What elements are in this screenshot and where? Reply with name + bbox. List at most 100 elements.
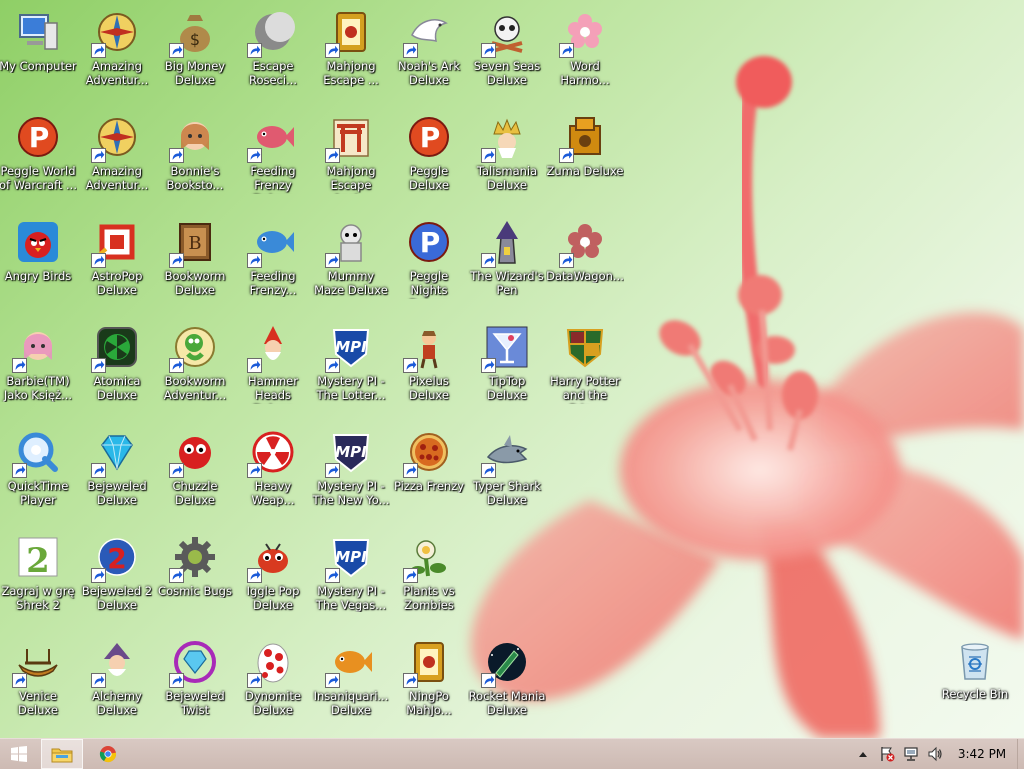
desktop-icon-typer-shark-deluxe[interactable]: Typer Shark Deluxe	[468, 420, 546, 520]
show-desktop-button[interactable]	[1017, 739, 1024, 769]
desktop-icon-plants-vs-zombies[interactable]: Plants vs Zombies	[390, 525, 468, 625]
volume-button[interactable]	[923, 739, 947, 769]
desktop-icon-astropop-deluxe[interactable]: AstroPop Deluxe	[78, 210, 156, 310]
desktop-icon-talismania-deluxe[interactable]: Talismania Deluxe	[468, 105, 546, 205]
shortcut-arrow-icon	[91, 463, 106, 478]
desktop-icon-chuzzle-deluxe[interactable]: Chuzzle Deluxe	[156, 420, 234, 520]
desktop-icon-the-wizard-s-pen[interactable]: The Wizard's Pen	[468, 210, 546, 310]
desktop-icon-pixelus-deluxe[interactable]: Pixelus Deluxe	[390, 315, 468, 415]
desktop-icon-feeding-frenzy-deluxe[interactable]: Feeding Frenzy Deluxe	[234, 105, 312, 205]
desktop-icon-label: Mystery PI - The Vegas...	[315, 584, 387, 612]
desktop-icon-dynomite-deluxe[interactable]: Dynomite Deluxe	[234, 630, 312, 730]
desktop-icon-label: Peggle World of Warcraft ...	[0, 164, 77, 192]
desktop-icon-harry-potter-and-the-pris[interactable]: Harry Potter and the Pris...	[546, 315, 624, 415]
desktop-icon-amazing-adventur[interactable]: Amazing Adventur...	[78, 0, 156, 100]
desktop-icon-label: Bejeweled Twist	[165, 689, 225, 717]
desktop-icon-venice-deluxe[interactable]: Venice Deluxe	[0, 630, 77, 730]
desktop-icon-barbie-tm-jako-ksi[interactable]: Barbie(TM) Jako Księż...	[0, 315, 77, 415]
taskbar-chrome-button[interactable]	[86, 739, 130, 769]
desktop-icon-label: Feeding Frenzy Deluxe	[250, 164, 296, 194]
desktop-icon-seven-seas-deluxe[interactable]: Seven Seas Deluxe	[468, 0, 546, 100]
desktop[interactable]: My Computer Amazing Adventur... $ Big Money…	[0, 0, 1024, 738]
desktop-icon-mummy-maze-deluxe[interactable]: Mummy Maze Deluxe	[312, 210, 390, 310]
desktop-icon-bonnie-s-booksto[interactable]: Bonnie's Booksto...	[156, 105, 234, 205]
desktop-icon-angry-birds[interactable]: Angry Birds	[0, 210, 77, 310]
desktop-icon-label: Amazing Adventur...	[85, 59, 149, 87]
desktop-icon-label: Barbie(TM) Jako Księż...	[3, 374, 73, 402]
desktop-icon-peggle-world-of-warcraft[interactable]: P Peggle World of Warcraft ...	[0, 105, 77, 205]
desktop-icon-label: Heavy Weap...	[251, 479, 295, 507]
mpi-icon: MPI	[325, 428, 375, 478]
shortcut-arrow-icon	[12, 673, 27, 688]
desktop-icon-peggle-nights-deluxe[interactable]: P Peggle Nights Deluxe	[390, 210, 468, 310]
desktop-icon-bookworm-deluxe[interactable]: B Bookworm Deluxe	[156, 210, 234, 310]
desktop-icon-label: AstroPop Deluxe	[91, 269, 143, 297]
network-button[interactable]	[899, 739, 923, 769]
shortcut-arrow-icon	[169, 43, 184, 58]
desktop-icon-label: Feeding Frenzy...	[249, 269, 297, 297]
desktop-icon-zuma-deluxe[interactable]: Zuma Deluxe	[546, 105, 624, 205]
desktop-icon-label: Rocket Mania Deluxe	[468, 689, 546, 717]
desktop-icon-my-computer[interactable]: My Computer	[0, 0, 77, 100]
bug-icon	[247, 533, 297, 583]
desktop-icon-pizza-frenzy[interactable]: Pizza Frenzy	[390, 420, 468, 520]
desktop-icon-label: Bookworm Adventur...	[163, 374, 227, 402]
desktop-icon-hammer-heads-deluxe[interactable]: Hammer Heads Deluxe	[234, 315, 312, 415]
desktop-icon-bejeweled-twist[interactable]: Bejeweled Twist	[156, 630, 234, 730]
desktop-icon-iggle-pop-deluxe[interactable]: Iggle Pop Deluxe	[234, 525, 312, 625]
desktop-icon-label: Zagraj w grę Shrek 2	[1, 584, 75, 612]
pizza-icon	[403, 428, 453, 478]
diamond-icon	[91, 428, 141, 478]
shark-icon	[481, 428, 531, 478]
desktop-icon-alchemy-deluxe[interactable]: Alchemy Deluxe	[78, 630, 156, 730]
desktop-icon-label: Mummy Maze Deluxe	[314, 269, 388, 297]
desktop-icon-ningpo-mahjo[interactable]: NingPo MahJo...	[390, 630, 468, 730]
desktop-icon-mahjong-escape[interactable]: Mahjong Escape ...	[312, 0, 390, 100]
desktop-icon-label: Insaniquari... Deluxe	[313, 689, 389, 717]
desktop-icon-insaniquari-deluxe[interactable]: Insaniquari... Deluxe	[312, 630, 390, 730]
shortcut-arrow-icon	[12, 358, 27, 373]
desktop-icon-tiptop-deluxe[interactable]: TipTop Deluxe	[468, 315, 546, 415]
desktop-icon-bookworm-adventur[interactable]: Bookworm Adventur...	[156, 315, 234, 415]
taskbar-clock[interactable]: 3:42 PM	[947, 747, 1017, 761]
desktop-icon-label: Peggle Deluxe	[409, 164, 449, 192]
recycle-bin[interactable]: Recycle Bin	[936, 628, 1014, 728]
desktop-icon-label: Bejeweled Deluxe	[87, 479, 147, 507]
desktop-icon-escape-roseci[interactable]: Escape Roseci...	[234, 0, 312, 100]
action-center-button[interactable]	[875, 739, 899, 769]
start-button[interactable]	[0, 739, 38, 769]
desktop-icon-label: Mystery PI - The New Yo...	[312, 479, 390, 507]
desktop-icon-amazing-adventur[interactable]: Amazing Adventur...	[78, 105, 156, 205]
taskbar-file-explorer-button[interactable]	[41, 739, 83, 769]
show-hidden-icons-button[interactable]	[851, 739, 875, 769]
svg-text:2: 2	[107, 542, 126, 575]
desktop-icon-mystery-pi-the-lotter[interactable]: MPI Mystery PI - The Lotter...	[312, 315, 390, 415]
desktop-icon-mystery-pi-the-vegas[interactable]: MPI Mystery PI - The Vegas...	[312, 525, 390, 625]
desktop-icon-cosmic-bugs[interactable]: Cosmic Bugs	[156, 525, 234, 625]
desktop-icon-label: DataWagon...	[546, 269, 624, 283]
svg-text:P: P	[420, 226, 441, 259]
desktop-icon-big-money-deluxe[interactable]: $ Big Money Deluxe	[156, 0, 234, 100]
desktop-icon-feeding-frenzy[interactable]: Feeding Frenzy...	[234, 210, 312, 310]
desktop-icon-bejeweled-deluxe[interactable]: Bejeweled Deluxe	[78, 420, 156, 520]
desktop-icon-zagraj-w-gr-shrek-2[interactable]: 2 Zagraj w grę Shrek 2	[0, 525, 77, 625]
desktop-icon-peggle-deluxe[interactable]: P Peggle Deluxe	[390, 105, 468, 205]
desktop-icon-bejeweled-2-deluxe[interactable]: 2 Bejeweled 2 Deluxe	[78, 525, 156, 625]
desktop-icon-label: Venice Deluxe	[18, 689, 58, 717]
desktop-icon-word-harmo[interactable]: Word Harmo...	[546, 0, 624, 100]
shrek-icon: 2	[14, 533, 62, 581]
desktop-icon-mystery-pi-the-new-yo[interactable]: MPI Mystery PI - The New Yo...	[312, 420, 390, 520]
desktop-icon-noah-s-ark-deluxe[interactable]: Noah's Ark Deluxe	[390, 0, 468, 100]
desktop-icon-heavy-weap[interactable]: Heavy Weap...	[234, 420, 312, 520]
desktop-icon-mahjong-escape-anci[interactable]: Mahjong Escape Anci...	[312, 105, 390, 205]
desktop-icon-label: Bookworm Deluxe	[164, 269, 226, 297]
desktop-icon-quicktime-player[interactable]: QuickTime Player	[0, 420, 77, 520]
desktop-icon-datawagon[interactable]: DataWagon...	[546, 210, 624, 310]
recycle-bin-label: Recycle Bin	[941, 687, 1009, 701]
ningpo-tile-icon	[403, 638, 453, 688]
shortcut-arrow-icon	[247, 253, 262, 268]
atomic-icon	[91, 323, 141, 373]
desktop-icon-rocket-mania-deluxe[interactable]: Rocket Mania Deluxe	[468, 630, 546, 730]
shortcut-arrow-icon	[325, 253, 340, 268]
desktop-icon-atomica-deluxe[interactable]: Atomica Deluxe	[78, 315, 156, 415]
